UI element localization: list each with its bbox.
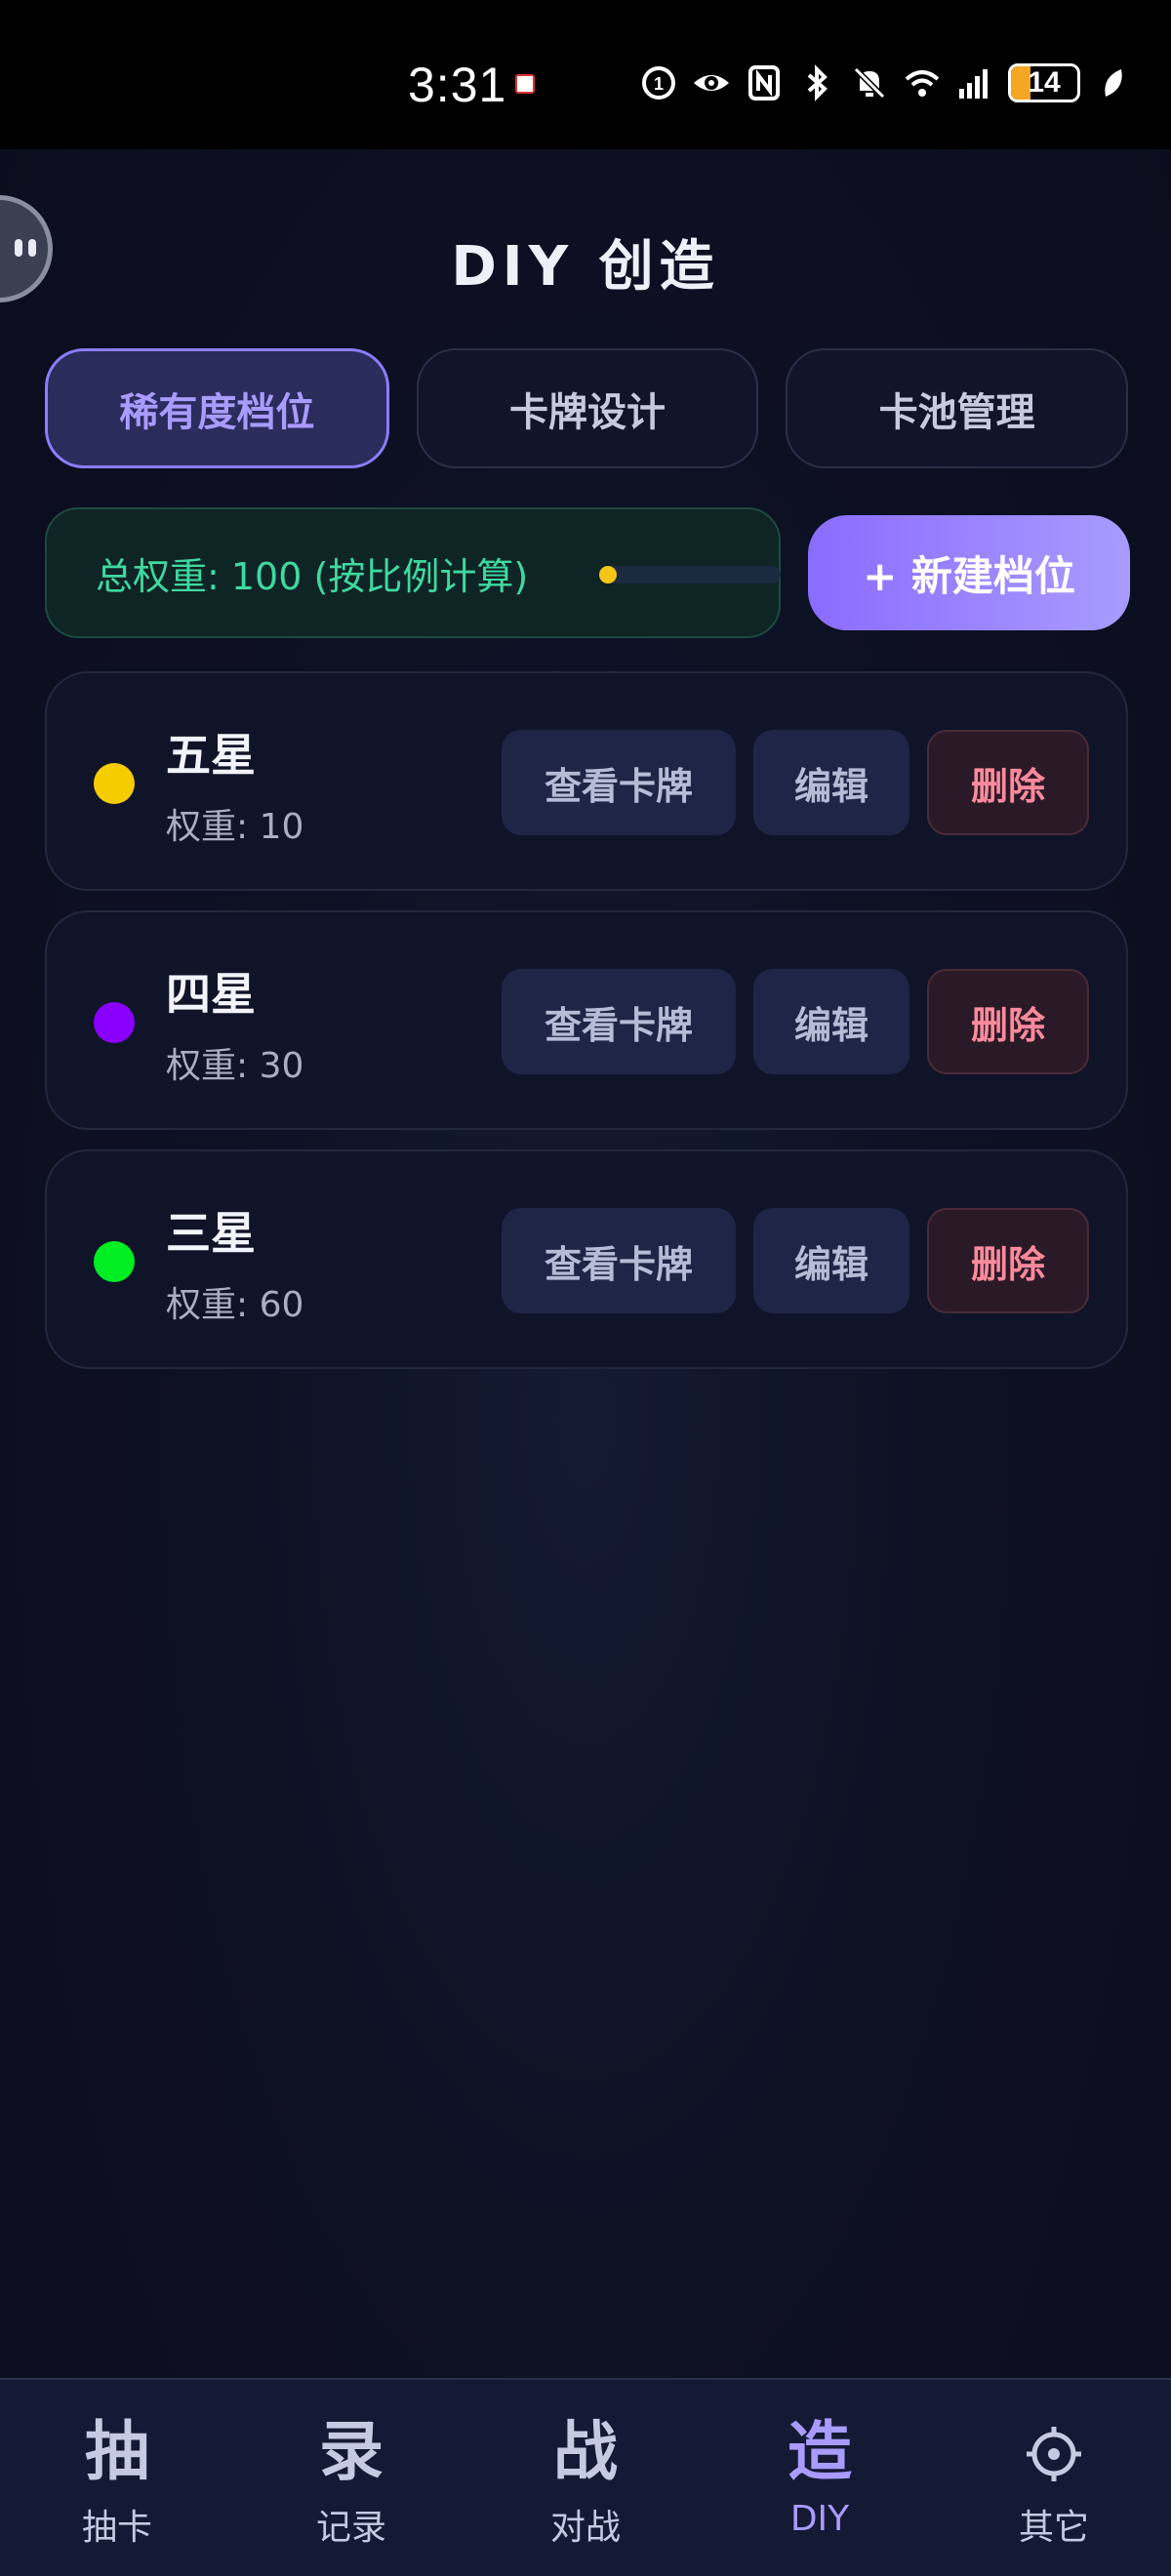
tier-name: 四星 — [166, 968, 256, 1021]
status-bar: 3:31 1 14 — [0, 0, 1171, 149]
nav-label: DIY — [789, 2499, 850, 2539]
tab-rarity-tiers[interactable]: 稀有度档位 — [45, 348, 389, 468]
tier-color-dot — [94, 1241, 135, 1282]
tier-weight: 权重: 30 — [166, 1046, 304, 1086]
status-time: 3:31 — [408, 58, 507, 112]
battery-level: 14 — [1028, 66, 1061, 99]
edit-button[interactable]: 编辑 — [753, 969, 909, 1074]
tier-card-three-star: 三星 权重: 60 查看卡牌 编辑 删除 — [45, 1149, 1128, 1369]
tier-color-dot — [94, 763, 135, 804]
records-icon: 录 — [319, 2414, 384, 2489]
battery-icon: 14 — [1008, 63, 1080, 102]
data-saver-icon: 1 — [639, 63, 678, 102]
nav-item-diy[interactable]: 造 DIY — [703, 2380, 937, 2576]
view-cards-button[interactable]: 查看卡牌 — [502, 730, 736, 835]
tab-pool-management[interactable]: 卡池管理 — [786, 348, 1129, 468]
nfc-icon — [745, 63, 784, 102]
tier-weight: 权重: 60 — [166, 1285, 304, 1325]
delete-button[interactable]: 删除 — [927, 969, 1089, 1074]
view-cards-button[interactable]: 查看卡牌 — [502, 1208, 736, 1313]
battle-icon: 战 — [553, 2414, 618, 2489]
create-icon: 造 — [787, 2414, 852, 2489]
weight-progress-track — [599, 566, 781, 584]
edit-button[interactable]: 编辑 — [753, 1208, 909, 1313]
tier-card-five-star: 五星 权重: 10 查看卡牌 编辑 删除 — [45, 671, 1128, 891]
wifi-icon — [903, 63, 942, 102]
tier-weight: 权重: 10 — [166, 807, 304, 847]
gear-icon — [1022, 2415, 1086, 2489]
edit-button[interactable]: 编辑 — [753, 730, 909, 835]
page-title: DIY 创造 — [451, 235, 720, 299]
nav-label: 其它 — [1018, 2508, 1089, 2548]
nav-label: 记录 — [315, 2508, 386, 2548]
signal-icon — [955, 63, 994, 102]
draw-icon: 抽 — [85, 2414, 149, 2489]
nav-item-records[interactable]: 录 记录 — [234, 2380, 468, 2576]
weight-progress-indicator — [599, 566, 617, 584]
leaf-icon — [1094, 63, 1133, 102]
nav-item-other[interactable]: 其它 — [937, 2380, 1171, 2576]
status-icons: 1 14 — [639, 60, 1133, 105]
tier-name: 五星 — [166, 729, 256, 782]
nav-item-battle[interactable]: 战 对战 — [468, 2380, 703, 2576]
tier-list: 五星 权重: 10 查看卡牌 编辑 删除 四星 权重: 30 查看卡牌 编辑 删… — [45, 671, 1128, 1389]
view-cards-button[interactable]: 查看卡牌 — [502, 969, 736, 1074]
tab-bar: 稀有度档位 卡牌设计 卡池管理 — [45, 348, 1129, 468]
delete-button[interactable]: 删除 — [927, 1208, 1089, 1313]
tier-name: 三星 — [166, 1207, 256, 1260]
bluetooth-icon — [797, 63, 836, 102]
nav-label: 对战 — [549, 2508, 621, 2548]
mute-bell-icon — [850, 63, 889, 102]
total-weight-panel: 总权重: 100 (按比例计算) — [45, 507, 781, 638]
new-tier-button[interactable]: + 新建档位 — [808, 515, 1130, 630]
svg-text:1: 1 — [654, 74, 664, 94]
tier-actions: 查看卡牌 编辑 删除 — [502, 730, 1089, 835]
nav-item-draw[interactable]: 抽 抽卡 — [0, 2380, 234, 2576]
tier-color-dot — [94, 1002, 135, 1043]
tab-card-design[interactable]: 卡牌设计 — [416, 348, 759, 468]
tier-actions: 查看卡牌 编辑 删除 — [502, 969, 1089, 1074]
eye-icon — [692, 63, 731, 102]
notification-icon — [515, 74, 535, 94]
nav-label: 抽卡 — [81, 2508, 152, 2548]
bottom-nav: 抽 抽卡 录 记录 战 对战 造 DIY 其它 — [0, 2378, 1171, 2576]
total-weight-text: 总权重: 100 (按比例计算) — [96, 554, 529, 598]
tier-card-four-star: 四星 权重: 30 查看卡牌 编辑 删除 — [45, 910, 1128, 1130]
delete-button[interactable]: 删除 — [927, 730, 1089, 835]
tier-actions: 查看卡牌 编辑 删除 — [502, 1208, 1089, 1313]
